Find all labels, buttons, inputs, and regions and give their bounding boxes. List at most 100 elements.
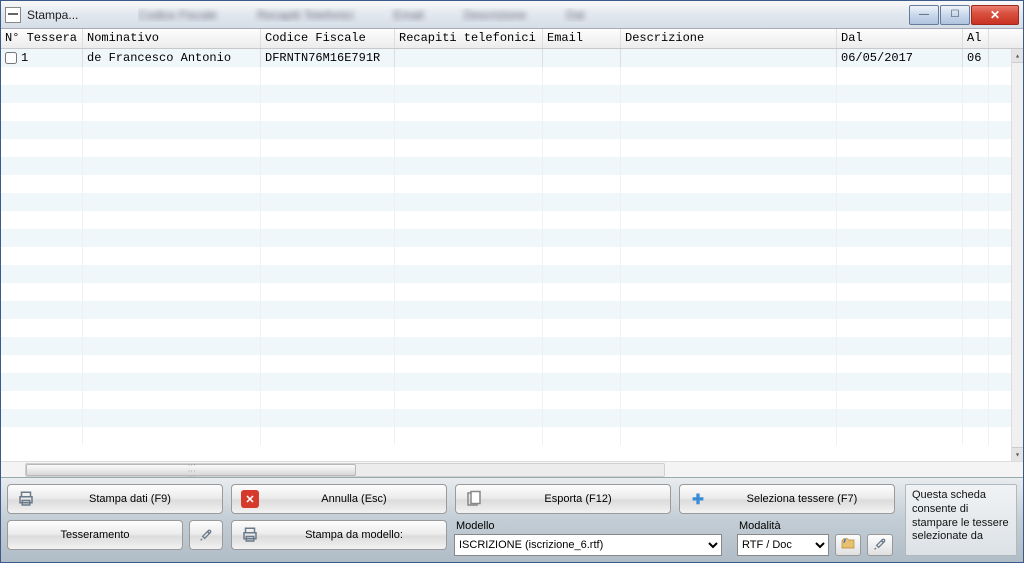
cell-al xyxy=(963,157,989,175)
toolbar: Stampa dati (F9) ✕ Annulla (Esc) Esporta… xyxy=(1,477,1023,562)
cell-recapiti xyxy=(395,157,543,175)
cell-recapiti xyxy=(395,355,543,373)
col-header-dal[interactable]: Dal xyxy=(837,29,963,48)
cell-cf xyxy=(261,337,395,355)
cell-al xyxy=(963,103,989,121)
table-row xyxy=(1,283,1011,301)
cell-al xyxy=(963,175,989,193)
esporta-button[interactable]: Esporta (F12) xyxy=(455,484,671,514)
cell-descrizione xyxy=(621,283,837,301)
cell-descrizione xyxy=(621,391,837,409)
cell-dal xyxy=(837,103,963,121)
modalita-label: Modalità xyxy=(737,520,829,532)
cell-nominativo xyxy=(83,67,261,85)
scroll-thumb[interactable] xyxy=(26,464,356,476)
modello-settings-button[interactable] xyxy=(867,534,893,556)
scroll-up-icon[interactable]: ▴ xyxy=(1012,49,1023,63)
cell-al xyxy=(963,247,989,265)
cell-email xyxy=(543,85,621,103)
cell-tessera xyxy=(1,301,83,319)
modello-select[interactable]: ISCRIZIONE (iscrizione_6.rtf) xyxy=(454,534,722,556)
cell-al xyxy=(963,373,989,391)
cell-al xyxy=(963,283,989,301)
cell-al xyxy=(963,211,989,229)
table-row xyxy=(1,175,1011,193)
cell-al xyxy=(963,229,989,247)
close-button[interactable]: ✕ xyxy=(971,5,1019,25)
table-row xyxy=(1,247,1011,265)
col-header-descrizione[interactable]: Descrizione xyxy=(621,29,837,48)
col-header-al[interactable]: Al xyxy=(963,29,989,48)
cell-tessera xyxy=(1,355,83,373)
seleziona-tessere-button[interactable]: ✚ Seleziona tessere (F7) xyxy=(679,484,895,514)
cell-cf xyxy=(261,139,395,157)
cell-cf xyxy=(261,157,395,175)
cell-cf xyxy=(261,193,395,211)
cell-email xyxy=(543,157,621,175)
cell-email xyxy=(543,319,621,337)
cell-nominativo xyxy=(83,121,261,139)
modalita-select[interactable]: RTF / Doc xyxy=(737,534,829,556)
cell-recapiti xyxy=(395,229,543,247)
cell-dal xyxy=(837,247,963,265)
cell-tessera xyxy=(1,85,83,103)
cell-nominativo xyxy=(83,157,261,175)
col-header-email[interactable]: Email xyxy=(543,29,621,48)
cell-nominativo xyxy=(83,193,261,211)
cell-email xyxy=(543,409,621,427)
stampa-dati-button[interactable]: Stampa dati (F9) xyxy=(7,484,223,514)
cell-recapiti xyxy=(395,265,543,283)
tesseramento-settings-button[interactable] xyxy=(189,520,223,550)
table-row xyxy=(1,427,1011,445)
cell-dal xyxy=(837,337,963,355)
cell-email xyxy=(543,49,621,67)
printer-icon xyxy=(240,525,260,545)
minimize-button[interactable]: — xyxy=(909,5,939,25)
tesseramento-button[interactable]: Tesseramento xyxy=(7,520,183,550)
col-header-tessera[interactable]: N° Tessera xyxy=(1,29,83,48)
cell-recapiti xyxy=(395,319,543,337)
cell-tessera xyxy=(1,391,83,409)
cell-dal xyxy=(837,67,963,85)
table-row xyxy=(1,67,1011,85)
cell-descrizione xyxy=(621,301,837,319)
app-window: Stampa... Codice FiscaleRecapiti Telefon… xyxy=(0,0,1024,563)
cell-cf xyxy=(261,85,395,103)
cell-dal xyxy=(837,373,963,391)
cell-descrizione xyxy=(621,319,837,337)
col-header-nominativo[interactable]: Nominativo xyxy=(83,29,261,48)
open-folder-button[interactable] xyxy=(835,534,861,556)
cell-nominativo xyxy=(83,337,261,355)
cell-nominativo xyxy=(83,139,261,157)
cell-recapiti xyxy=(395,103,543,121)
window-controls: — ☐ ✕ xyxy=(909,5,1019,25)
table-row xyxy=(1,139,1011,157)
col-header-recapiti[interactable]: Recapiti telefonici xyxy=(395,29,543,48)
stampa-da-modello-button[interactable]: Stampa da modello: xyxy=(231,520,447,550)
row-checkbox[interactable] xyxy=(5,52,17,64)
titlebar[interactable]: Stampa... Codice FiscaleRecapiti Telefon… xyxy=(1,1,1023,29)
cell-dal xyxy=(837,139,963,157)
cell-al xyxy=(963,409,989,427)
cell-dal xyxy=(837,121,963,139)
cell-email xyxy=(543,229,621,247)
data-grid: N° Tessera Nominativo Codice Fiscale Rec… xyxy=(1,29,1023,477)
scroll-down-icon[interactable]: ▾ xyxy=(1012,447,1023,461)
horizontal-scrollbar[interactable] xyxy=(25,463,665,477)
col-header-codice-fiscale[interactable]: Codice Fiscale xyxy=(261,29,395,48)
annulla-button[interactable]: ✕ Annulla (Esc) xyxy=(231,484,447,514)
button-label: Stampa da modello: xyxy=(270,529,438,541)
grid-header[interactable]: N° Tessera Nominativo Codice Fiscale Rec… xyxy=(1,29,1023,49)
table-row[interactable]: 1de Francesco AntonioDFRNTN76M16E791R06/… xyxy=(1,49,1011,67)
cell-nominativo xyxy=(83,427,261,445)
vertical-scrollbar[interactable]: ▴ ▾ xyxy=(1011,49,1023,461)
cell-cf xyxy=(261,229,395,247)
cell-tessera xyxy=(1,121,83,139)
cell-recapiti xyxy=(395,49,543,67)
plus-icon: ✚ xyxy=(688,489,708,509)
maximize-button[interactable]: ☐ xyxy=(940,5,970,25)
cell-cf xyxy=(261,283,395,301)
cell-recapiti xyxy=(395,67,543,85)
cell-nominativo xyxy=(83,409,261,427)
cell-descrizione xyxy=(621,85,837,103)
